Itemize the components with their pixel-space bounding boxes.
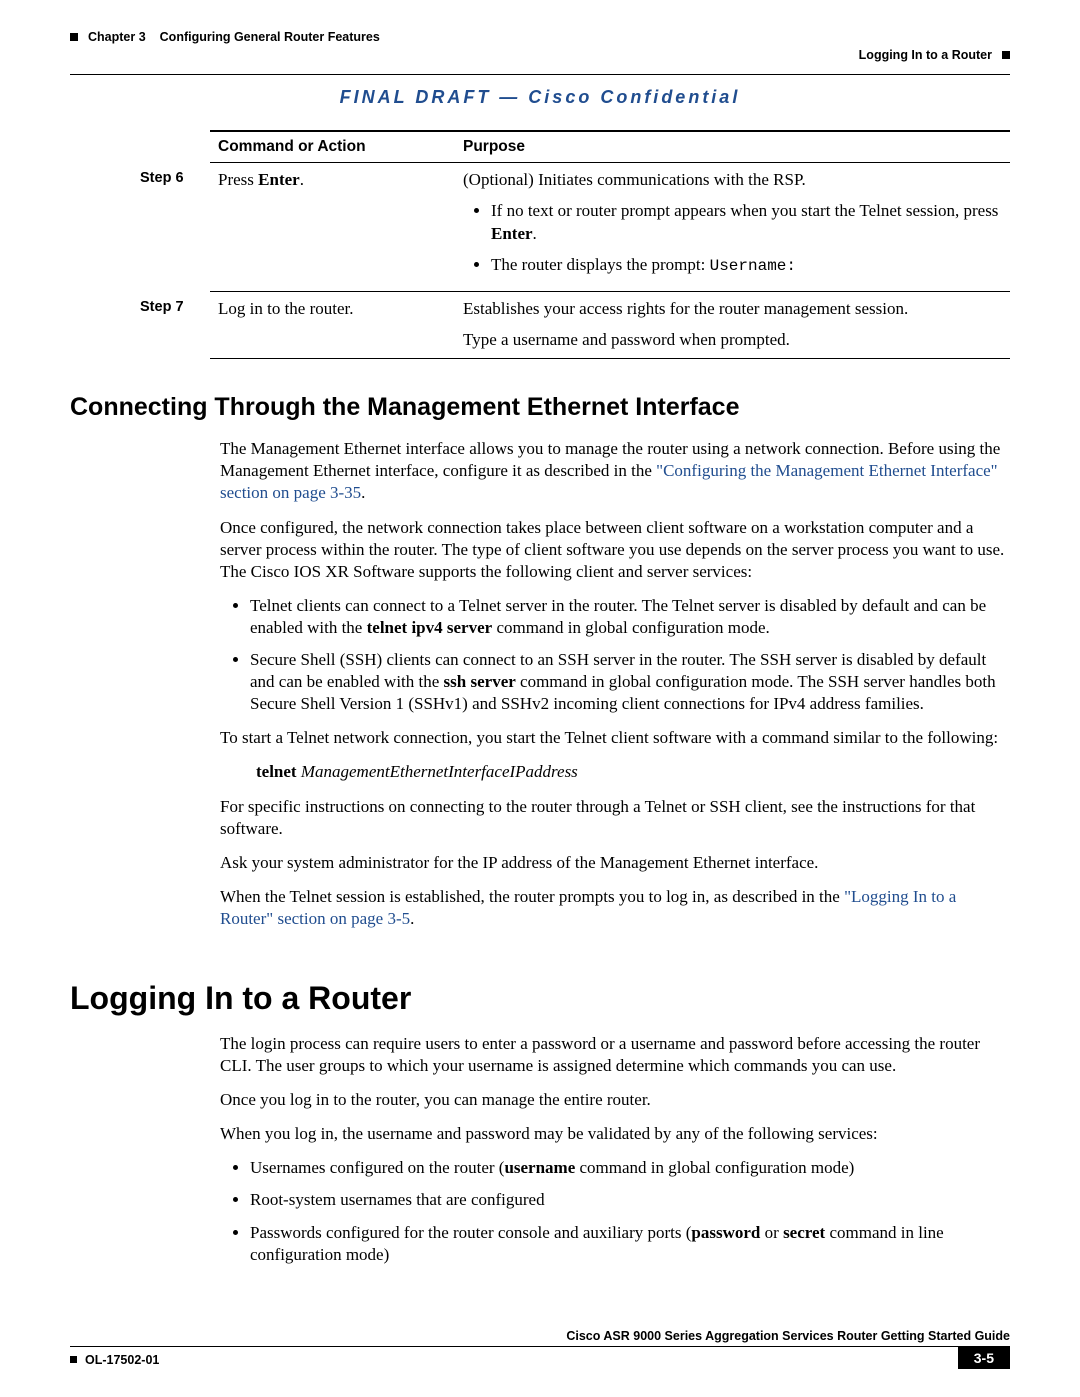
paragraph: The login process can require users to e…	[220, 1033, 1010, 1077]
purpose-lead: (Optional) Initiates communications with…	[463, 170, 806, 189]
table-row: Step 6 Press Enter. (Optional) Initiates…	[140, 163, 1010, 292]
cell-purpose: Establishes your access rights for the r…	[455, 292, 1010, 359]
procedure-table: Command or Action Purpose Step 6 Press E…	[140, 130, 1010, 359]
col-command: Command or Action	[210, 131, 455, 163]
paragraph: To start a Telnet network connection, yo…	[220, 727, 1010, 749]
header-square-icon	[70, 33, 78, 41]
command-syntax: telnet ManagementEthernetInterfaceIPaddr…	[256, 761, 1010, 783]
paragraph: The Management Ethernet interface allows…	[220, 438, 1010, 504]
paragraph: Once configured, the network connection …	[220, 517, 1010, 583]
step-label: Step 7	[140, 292, 210, 359]
list-item: Telnet clients can connect to a Telnet s…	[250, 595, 1010, 639]
list-item: If no text or router prompt appears when…	[491, 200, 1002, 246]
list-item: Secure Shell (SSH) clients can connect t…	[250, 649, 1010, 715]
header-rule	[70, 74, 1010, 75]
paragraph: Once you log in to the router, you can m…	[220, 1089, 1010, 1111]
list-item: The router displays the prompt: Username…	[491, 254, 1002, 278]
footer-square-icon	[70, 1356, 77, 1363]
chapter-header: Chapter 3 Configuring General Router Fea…	[70, 30, 1010, 44]
paragraph: When you log in, the username and passwo…	[220, 1123, 1010, 1145]
paragraph: For specific instructions on connecting …	[220, 796, 1010, 840]
cell-purpose: (Optional) Initiates communications with…	[455, 163, 1010, 292]
col-purpose: Purpose	[455, 131, 1010, 163]
list-item: Passwords configured for the router cons…	[250, 1222, 1010, 1266]
section-body: The login process can require users to e…	[220, 1033, 1010, 1266]
footer-ol-number: OL-17502-01	[85, 1353, 159, 1367]
page-footer: Cisco ASR 9000 Series Aggregation Servic…	[70, 1329, 1010, 1369]
cell-action: Log in to the router.	[210, 292, 455, 359]
list-item: Usernames configured on the router (user…	[250, 1157, 1010, 1179]
footer-guide-title: Cisco ASR 9000 Series Aggregation Servic…	[70, 1329, 1010, 1343]
step-label: Step 6	[140, 163, 210, 292]
bullet-list: Telnet clients can connect to a Telnet s…	[220, 595, 1010, 715]
chapter-title: Configuring General Router Features	[160, 30, 380, 44]
heading-connecting: Connecting Through the Management Ethern…	[70, 393, 1010, 422]
paragraph: When the Telnet session is established, …	[220, 886, 1010, 930]
paragraph: Ask your system administrator for the IP…	[220, 852, 1010, 874]
purpose-line: Establishes your access rights for the r…	[463, 298, 1002, 321]
list-item: Root-system usernames that are configure…	[250, 1189, 1010, 1211]
purpose-line: Type a username and password when prompt…	[463, 329, 1002, 352]
heading-logging-in: Logging In to a Router	[70, 980, 1010, 1017]
bullet-list: Usernames configured on the router (user…	[220, 1157, 1010, 1265]
section-title: Logging In to a Router	[859, 48, 992, 62]
footer-ol: OL-17502-01	[70, 1347, 958, 1369]
draft-banner: FINAL DRAFT — Cisco Confidential	[70, 87, 1010, 108]
table-header-row: Command or Action Purpose	[140, 131, 1010, 163]
header-square-icon	[1002, 51, 1010, 59]
section-header-row: Logging In to a Router	[70, 48, 1010, 62]
chapter-label: Chapter 3	[88, 30, 146, 44]
table-row: Step 7 Log in to the router. Establishes…	[140, 292, 1010, 359]
section-body: The Management Ethernet interface allows…	[220, 438, 1010, 930]
page-number: 3-5	[958, 1347, 1010, 1369]
footer-bar: OL-17502-01 3-5	[70, 1346, 1010, 1369]
purpose-list: If no text or router prompt appears when…	[491, 200, 1002, 277]
cell-action: Press Enter.	[210, 163, 455, 292]
